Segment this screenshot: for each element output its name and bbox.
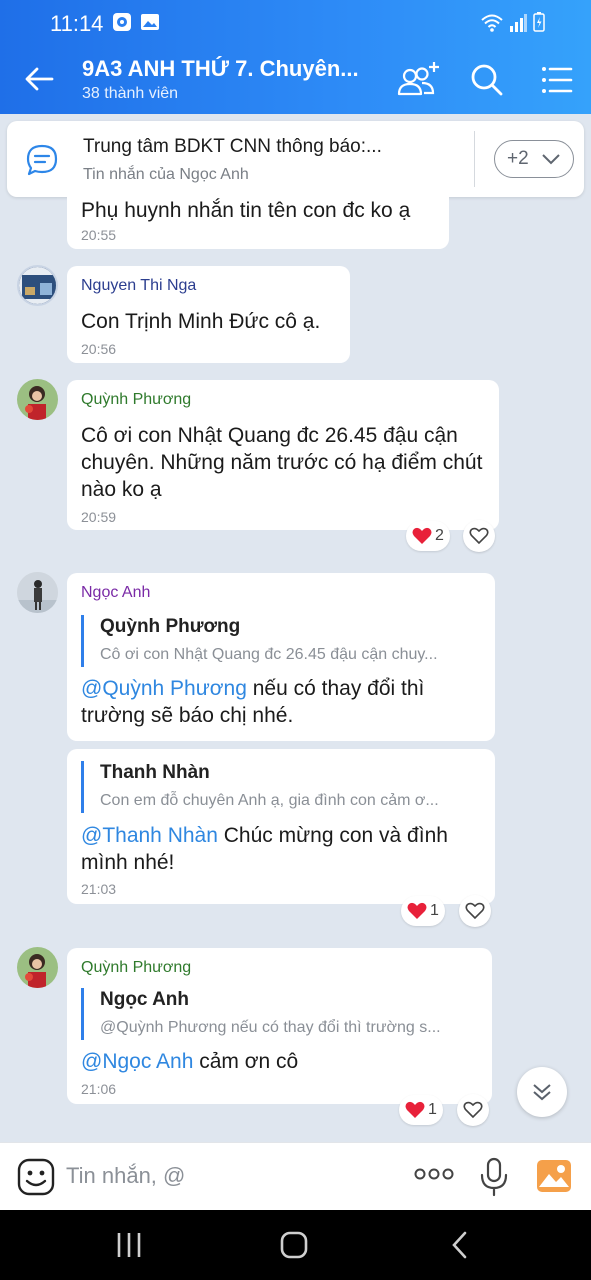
reaction-count: 1: [430, 902, 439, 919]
pinned-message-banner[interactable]: Trung tâm BDKT CNN thông báo:... Tin nhắ…: [7, 121, 584, 197]
member-count[interactable]: 38 thành viên: [82, 85, 178, 103]
message-text: @Ngọc Anh cảm ơn cô: [81, 1048, 481, 1075]
quote-text: Con em đỗ chuyên Anh ạ, gia đình con cảm…: [100, 792, 439, 809]
signal-icon: [510, 14, 527, 32]
pinned-title: Trung tâm BDKT CNN thông báo:...: [83, 136, 382, 157]
system-indicators: [481, 12, 545, 32]
avatar-image: [19, 267, 56, 304]
avatar-image: [17, 572, 58, 613]
message-bubble[interactable]: Quỳnh Phương Cô ơi con Nhật Quang đc 26.…: [67, 380, 499, 530]
pinned-more-count: +2: [507, 148, 529, 169]
message-bubble[interactable]: Thanh Nhàn Con em đỗ chuyên Anh ạ, gia đ…: [67, 749, 495, 904]
quote-text: @Quỳnh Phương nếu có thay đổi thì trường…: [100, 1019, 441, 1036]
quote-author: Quỳnh Phương: [100, 616, 241, 637]
menu-list-icon[interactable]: [535, 58, 579, 102]
avatar[interactable]: [17, 379, 58, 420]
like-heart-outline-icon: [465, 902, 485, 920]
reply-quote[interactable]: Ngọc Anh @Quỳnh Phương nếu có thay đổi t…: [81, 988, 481, 1040]
message-time: 21:06: [81, 1081, 117, 1097]
pinned-divider: [474, 131, 475, 187]
quote-author: Ngọc Anh: [100, 989, 190, 1010]
chat-header: 11:14 9A3 ANH THỨ 7. Chuyên... 38 thành …: [0, 0, 591, 114]
microphone-icon[interactable]: [478, 1157, 510, 1197]
message-bubble[interactable]: Ngọc Anh Quỳnh Phương Cô ơi con Nhật Qua…: [67, 573, 495, 741]
like-button[interactable]: [457, 1094, 489, 1126]
like-heart-outline-icon: [469, 527, 489, 545]
battery-icon: [533, 12, 545, 32]
sender-name[interactable]: Quỳnh Phương: [81, 391, 191, 409]
message-bubble[interactable]: Quỳnh Phương Ngọc Anh @Quỳnh Phương nếu …: [67, 948, 492, 1104]
reaction-summary[interactable]: 2: [406, 521, 450, 551]
pinned-message-icon: [26, 144, 58, 176]
image-icon[interactable]: [536, 1159, 572, 1193]
add-member-icon[interactable]: [396, 58, 440, 102]
quote-author: Thanh Nhàn: [100, 762, 210, 783]
avatar-image: [17, 947, 58, 988]
message-time: 21:03: [81, 881, 117, 897]
reaction-count: 2: [435, 527, 444, 544]
status-time: 11:14: [50, 11, 104, 36]
quote-text: Cô ơi con Nhật Quang đc 26.45 đậu cận ch…: [100, 646, 438, 663]
avatar-image: [17, 379, 58, 420]
status-bar: 11:14: [0, 0, 591, 46]
message-input[interactable]: Tin nhắn, @: [66, 1163, 185, 1189]
message-composer: Tin nhắn, @: [0, 1142, 591, 1210]
notification-icons: [112, 12, 160, 32]
reaction-summary[interactable]: 1: [401, 896, 445, 926]
back-arrow-icon[interactable]: [22, 62, 56, 96]
group-title[interactable]: 9A3 ANH THỨ 7. Chuyên...: [82, 56, 359, 82]
chevron-down-icon: [542, 154, 560, 165]
heart-icon: [412, 527, 432, 544]
message-bubble[interactable]: Phụ huynh nhắn tin tên con đc ko ạ 20:55: [67, 197, 449, 249]
pinned-subtitle: Tin nhắn của Ngọc Anh: [83, 166, 249, 183]
sender-name[interactable]: Quỳnh Phương: [81, 959, 191, 977]
like-button[interactable]: [459, 895, 491, 927]
reply-quote[interactable]: Quỳnh Phương Cô ơi con Nhật Quang đc 26.…: [81, 615, 481, 667]
message-text: @Thanh Nhàn Chúc mừng con và đình mình n…: [81, 822, 481, 876]
like-button[interactable]: [463, 520, 495, 552]
double-chevron-down-icon: [533, 1084, 551, 1101]
message-text: @Quỳnh Phương nếu có thay đổi thì trường…: [81, 675, 481, 729]
mention[interactable]: @Ngọc Anh: [81, 1050, 193, 1073]
heart-icon: [407, 902, 427, 919]
heart-icon: [405, 1101, 425, 1118]
pinned-more-button[interactable]: +2: [494, 140, 574, 178]
gallery-notification-icon: [141, 14, 159, 30]
message-time: 20:56: [81, 341, 117, 357]
notification-app-icon: [113, 13, 131, 31]
message-text: Phụ huynh nhắn tin tên con đc ko ạ: [81, 199, 411, 222]
sender-name[interactable]: Nguyen Thi Nga: [81, 277, 196, 295]
message-text: Cô ơi con Nhật Quang đc 26.45 đậu cận ch…: [81, 424, 483, 501]
mention[interactable]: @Thanh Nhàn: [81, 824, 218, 847]
message-text: Con Trịnh Minh Đức cô ạ.: [81, 310, 321, 333]
reply-quote[interactable]: Thanh Nhàn Con em đỗ chuyên Anh ạ, gia đ…: [81, 761, 481, 813]
message-time: 20:55: [81, 227, 117, 243]
sender-name[interactable]: Ngọc Anh: [81, 584, 150, 602]
avatar[interactable]: [17, 265, 58, 306]
reaction-summary[interactable]: 1: [399, 1095, 443, 1125]
search-icon[interactable]: [465, 58, 509, 102]
scroll-to-bottom-button[interactable]: [517, 1067, 567, 1117]
home-icon[interactable]: [280, 1230, 308, 1260]
like-heart-outline-icon: [463, 1101, 483, 1119]
message-body: cảm ơn cô: [193, 1050, 299, 1073]
nav-back-icon[interactable]: [450, 1230, 470, 1260]
emoji-icon[interactable]: [17, 1158, 55, 1196]
system-navigation-bar: [0, 1210, 591, 1280]
message-time: 20:59: [81, 509, 117, 525]
wifi-icon: [481, 14, 503, 32]
recent-apps-icon[interactable]: [116, 1230, 142, 1260]
message-bubble[interactable]: Nguyen Thi Nga Con Trịnh Minh Đức cô ạ. …: [67, 266, 350, 363]
mention[interactable]: @Quỳnh Phương: [81, 677, 247, 700]
more-dots-icon[interactable]: [414, 1166, 454, 1182]
avatar[interactable]: [17, 572, 58, 613]
avatar[interactable]: [17, 947, 58, 988]
reaction-count: 1: [428, 1101, 437, 1118]
